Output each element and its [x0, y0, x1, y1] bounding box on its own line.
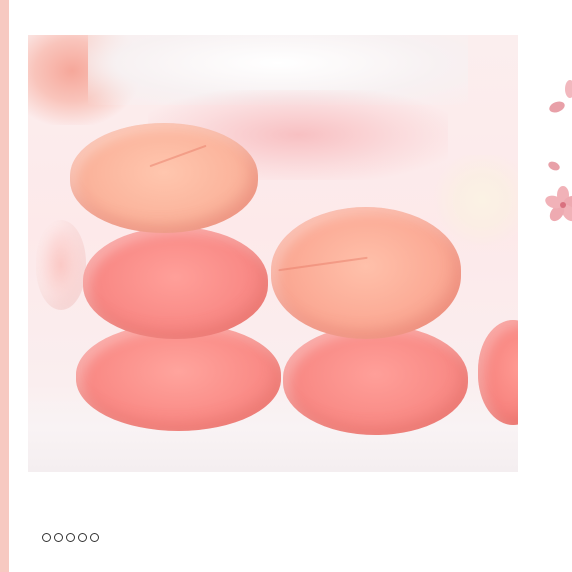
gummy-candy	[70, 123, 258, 233]
sakura-petal-icon	[565, 80, 572, 98]
gummy-candy	[83, 227, 268, 339]
gummy-candy	[36, 220, 86, 310]
carousel-dot-2[interactable]	[54, 533, 63, 542]
sakura-petal-icon	[549, 101, 565, 113]
carousel-pager	[42, 533, 99, 545]
carousel-dot-5[interactable]	[90, 533, 99, 542]
gummy-candy	[76, 323, 281, 431]
carousel-dot-3[interactable]	[66, 533, 75, 542]
sakura-petal-icon	[548, 161, 560, 171]
carousel-dot-4[interactable]	[78, 533, 87, 542]
carousel-dot-1[interactable]	[42, 533, 51, 542]
gummy-candy	[271, 207, 461, 339]
gummy-candy	[283, 325, 468, 435]
product-image[interactable]	[28, 35, 518, 472]
sakura-flower-icon	[545, 186, 572, 222]
left-accent-strip	[0, 0, 9, 572]
